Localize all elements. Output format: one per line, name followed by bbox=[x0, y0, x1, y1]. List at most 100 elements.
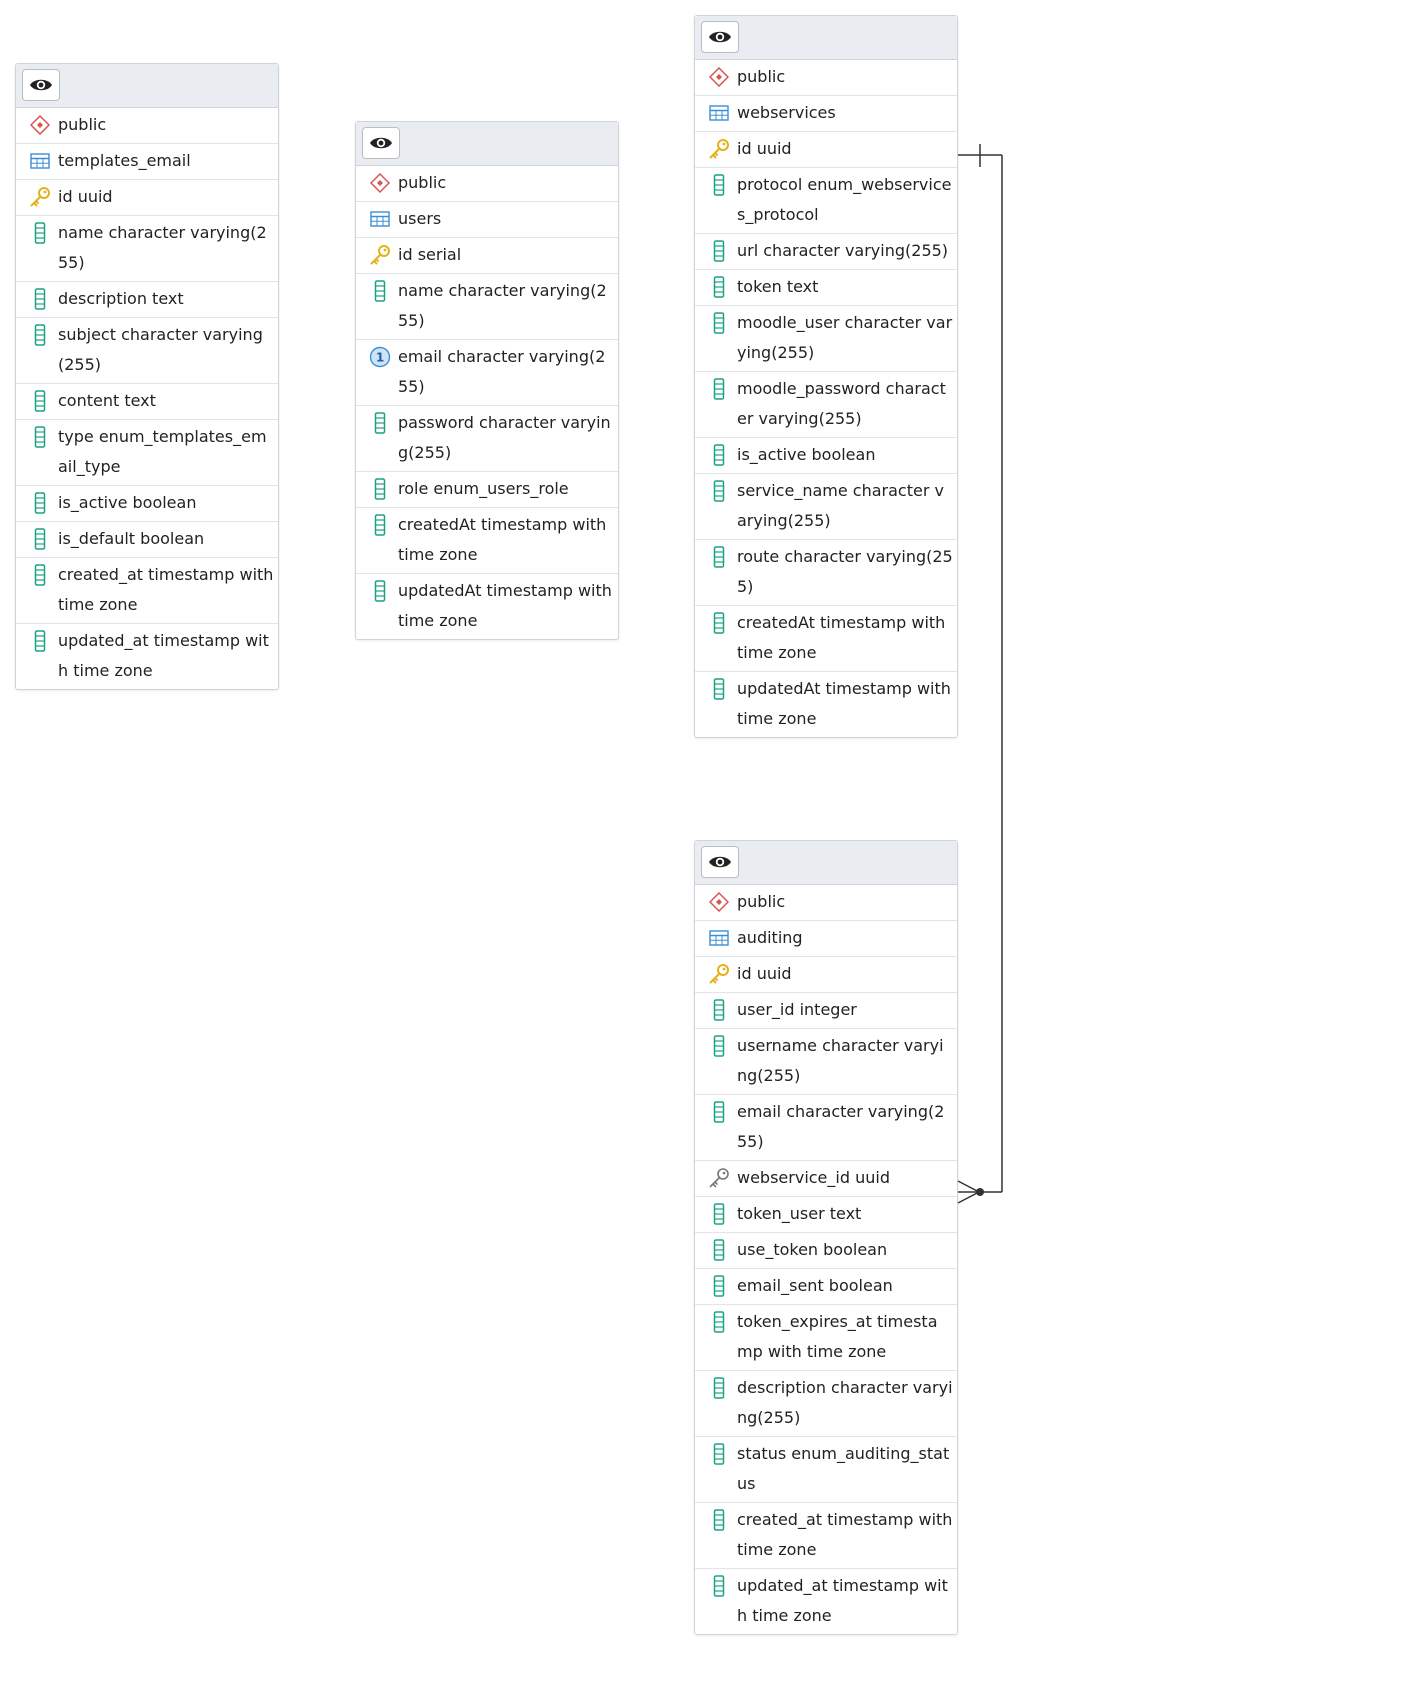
column-row-label: id uuid bbox=[58, 187, 113, 206]
svg-text:1: 1 bbox=[376, 351, 384, 365]
column-row[interactable]: updatedAt timestamp with time zone bbox=[356, 574, 618, 639]
column-row[interactable]: type enum_templates_email_type bbox=[16, 420, 278, 486]
table-name-row[interactable]: users bbox=[356, 202, 618, 238]
table-icon bbox=[707, 923, 731, 953]
column-row-label: username character varying(255) bbox=[737, 1036, 944, 1085]
column-row-label: status enum_auditing_status bbox=[737, 1444, 950, 1493]
column-icon bbox=[707, 440, 731, 470]
column-row[interactable]: role enum_users_role bbox=[356, 472, 618, 508]
column-row-label: description text bbox=[58, 289, 184, 308]
table-templates-email[interactable]: public templates_emailid uuid name charact… bbox=[15, 63, 279, 690]
eye-icon[interactable] bbox=[22, 69, 60, 101]
column-row[interactable]: name character varying(255) bbox=[356, 274, 618, 340]
table-name-row[interactable]: templates_email bbox=[16, 144, 278, 180]
column-row-label: email_sent boolean bbox=[737, 1276, 893, 1295]
column-icon bbox=[707, 1439, 731, 1469]
column-row[interactable]: 1 email character varying(255) bbox=[356, 340, 618, 406]
column-row[interactable]: token text bbox=[695, 270, 957, 306]
schema-row[interactable]: public bbox=[356, 166, 618, 202]
schema-icon bbox=[707, 62, 731, 92]
column-icon bbox=[707, 1235, 731, 1265]
column-icon bbox=[707, 374, 731, 404]
column-row[interactable]: password character varying(255) bbox=[356, 406, 618, 472]
column-row[interactable]: id serial bbox=[356, 238, 618, 274]
column-row[interactable]: is_default boolean bbox=[16, 522, 278, 558]
table-webservices[interactable]: public webservices id uuid protocol enum_we… bbox=[694, 15, 958, 738]
relationship-webservices-auditing[interactable] bbox=[957, 144, 1003, 1204]
column-row[interactable]: status enum_auditing_status bbox=[695, 1437, 957, 1503]
column-row-label: moodle_password character varying(255) bbox=[737, 379, 946, 428]
primary-key-icon bbox=[28, 182, 52, 212]
schema-row[interactable]: public bbox=[695, 60, 957, 96]
column-row[interactable]: id uuid bbox=[695, 132, 957, 168]
column-row-label: updatedAt timestamp with time zone bbox=[398, 581, 612, 630]
column-row-label: moodle_user character varying(255) bbox=[737, 313, 953, 362]
column-row[interactable]: createdAt timestamp with time zone bbox=[695, 606, 957, 672]
column-row[interactable]: updated_at timestamp with time zone bbox=[695, 1569, 957, 1634]
column-row-label: updatedAt timestamp with time zone bbox=[737, 679, 951, 728]
column-row[interactable]: user_id integer bbox=[695, 993, 957, 1029]
column-icon bbox=[707, 1271, 731, 1301]
column-row[interactable]: url character varying(255) bbox=[695, 234, 957, 270]
column-row-label: updated_at timestamp with time zone bbox=[58, 631, 269, 680]
column-row[interactable]: created_at timestamp with time zone bbox=[16, 558, 278, 624]
column-icon bbox=[707, 1307, 731, 1337]
column-row[interactable]: name character varying(255) bbox=[16, 216, 278, 282]
primary-key-icon bbox=[707, 959, 731, 989]
column-row[interactable]: webservice_id uuid bbox=[695, 1161, 957, 1197]
column-row[interactable]: id uuid bbox=[695, 957, 957, 993]
table-header bbox=[695, 841, 957, 885]
primary-key-icon bbox=[707, 134, 731, 164]
column-row-label: id uuid bbox=[737, 964, 792, 983]
column-row[interactable]: content text bbox=[16, 384, 278, 420]
column-row-label: updated_at timestamp with time zone bbox=[737, 1576, 948, 1625]
column-row[interactable]: service_name character varying(255) bbox=[695, 474, 957, 540]
column-icon bbox=[368, 576, 392, 606]
schema-row[interactable]: public bbox=[16, 108, 278, 144]
column-icon bbox=[707, 236, 731, 266]
table-name-row-label: webservices bbox=[737, 103, 836, 122]
column-icon bbox=[707, 308, 731, 338]
table-name-row[interactable]: webservices bbox=[695, 96, 957, 132]
column-row[interactable]: token_expires_at timestamp with time zon… bbox=[695, 1305, 957, 1371]
column-row[interactable]: token_user text bbox=[695, 1197, 957, 1233]
schema-row-label: public bbox=[398, 173, 447, 192]
table-icon bbox=[28, 146, 52, 176]
column-icon bbox=[368, 474, 392, 504]
column-row[interactable]: protocol enum_webservices_protocol bbox=[695, 168, 957, 234]
eye-icon[interactable] bbox=[701, 21, 739, 53]
column-row-label: token_user text bbox=[737, 1204, 862, 1223]
column-icon bbox=[707, 170, 731, 200]
table-name-row[interactable]: auditing bbox=[695, 921, 957, 957]
column-row[interactable]: description character varying(255) bbox=[695, 1371, 957, 1437]
column-row[interactable]: use_token boolean bbox=[695, 1233, 957, 1269]
column-icon bbox=[368, 276, 392, 306]
schema-row-label: public bbox=[737, 67, 786, 86]
column-row-label: created_at timestamp with time zone bbox=[58, 565, 274, 614]
column-icon bbox=[707, 1373, 731, 1403]
eye-icon[interactable] bbox=[701, 846, 739, 878]
column-row[interactable]: createdAt timestamp with time zone bbox=[356, 508, 618, 574]
column-row-label: name character varying(255) bbox=[398, 281, 607, 330]
column-row[interactable]: created_at timestamp with time zone bbox=[695, 1503, 957, 1569]
column-icon bbox=[28, 524, 52, 554]
table-header bbox=[16, 64, 278, 108]
column-icon bbox=[707, 1571, 731, 1601]
schema-row[interactable]: public bbox=[695, 885, 957, 921]
column-row[interactable]: email character varying(255) bbox=[695, 1095, 957, 1161]
column-row[interactable]: moodle_password character varying(255) bbox=[695, 372, 957, 438]
column-row[interactable]: moodle_user character varying(255) bbox=[695, 306, 957, 372]
column-row[interactable]: updatedAt timestamp with time zone bbox=[695, 672, 957, 737]
table-auditing[interactable]: public auditing id uuid user_id integer user… bbox=[694, 840, 958, 1635]
column-row[interactable]: email_sent boolean bbox=[695, 1269, 957, 1305]
eye-icon[interactable] bbox=[362, 127, 400, 159]
column-row[interactable]: updated_at timestamp with time zone bbox=[16, 624, 278, 689]
table-users[interactable]: public users id serial name character varyi… bbox=[355, 121, 619, 640]
column-row[interactable]: route character varying(255) bbox=[695, 540, 957, 606]
column-row[interactable]: is_active boolean bbox=[695, 438, 957, 474]
column-row[interactable]: id uuid bbox=[16, 180, 278, 216]
column-row[interactable]: is_active boolean bbox=[16, 486, 278, 522]
column-row[interactable]: description text bbox=[16, 282, 278, 318]
column-row[interactable]: subject character varying(255) bbox=[16, 318, 278, 384]
column-row[interactable]: username character varying(255) bbox=[695, 1029, 957, 1095]
